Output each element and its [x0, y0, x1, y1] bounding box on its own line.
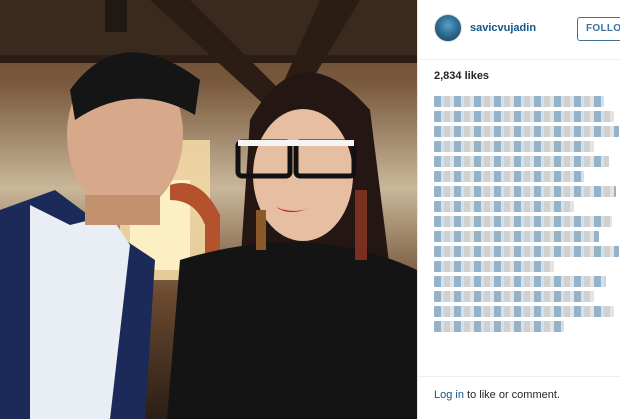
- follow-button[interactable]: FOLLOW: [577, 17, 620, 41]
- blurred-comments: [434, 96, 620, 336]
- login-prompt: Log in to like or comment.: [434, 389, 560, 401]
- pixelated-comment-row: [434, 231, 599, 242]
- pixelated-comment-row: [434, 201, 574, 212]
- pixelated-comment-row: [434, 96, 604, 107]
- pixelated-comment-row: [434, 186, 616, 197]
- post-sidebar: savicvujadin FOLLOW 2,834 likes Log in t…: [417, 0, 620, 419]
- pixelated-comment-row: [434, 261, 554, 272]
- pixelated-comment-row: [434, 291, 594, 302]
- username-link[interactable]: savicvujadin: [470, 22, 536, 34]
- likes-count[interactable]: 2,834 likes: [434, 70, 489, 82]
- pixelated-comment-row: [434, 321, 564, 332]
- pixelated-comment-row: [434, 216, 612, 227]
- pixelated-comment-row: [434, 306, 614, 317]
- avatar[interactable]: [434, 14, 462, 42]
- post-footer: Log in to like or comment.: [418, 376, 620, 419]
- login-link[interactable]: Log in: [434, 389, 464, 401]
- pixelated-comment-row: [434, 156, 609, 167]
- pixelated-comment-row: [434, 111, 614, 122]
- login-prompt-text: to like or comment.: [463, 389, 560, 401]
- photo-illustration: [0, 0, 417, 419]
- post-header: savicvujadin FOLLOW: [418, 0, 620, 60]
- pixelated-comment-row: [434, 141, 594, 152]
- pixelated-comment-row: [434, 246, 619, 257]
- pixelated-comment-row: [434, 126, 619, 137]
- post-photo: [0, 0, 417, 419]
- pixelated-comment-row: [434, 276, 606, 287]
- pixelated-comment-row: [434, 171, 584, 182]
